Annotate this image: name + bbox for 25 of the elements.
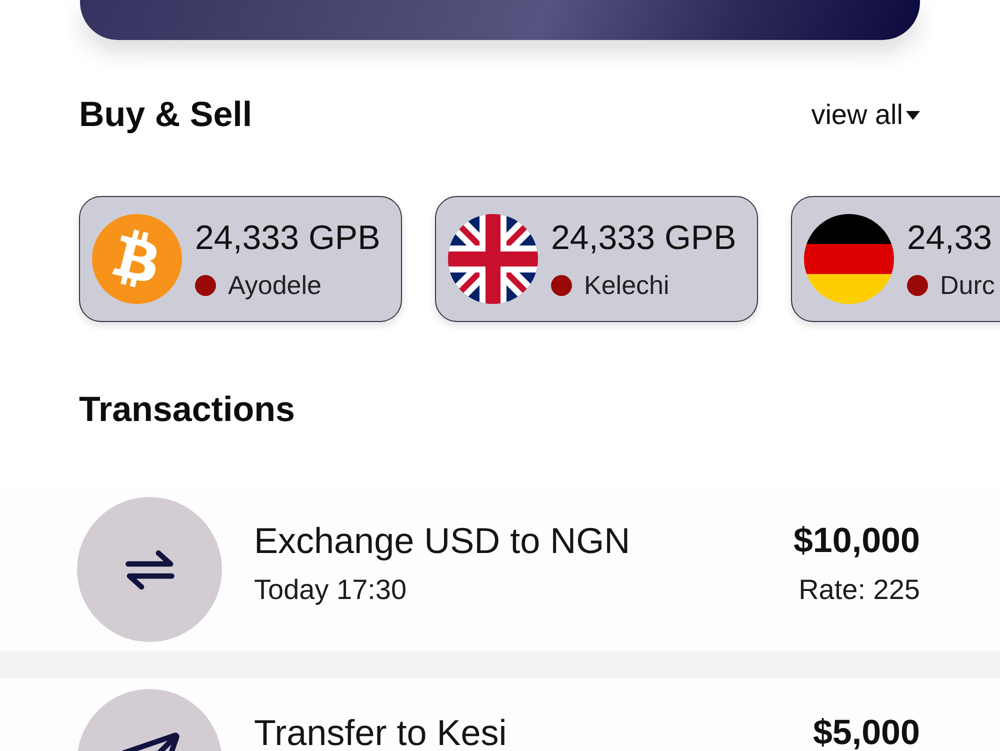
section-title: Transactions [79,390,295,430]
transaction-title: Exchange USD to NGN [254,523,632,559]
section-title: Buy & Sell [79,95,252,135]
transaction-amount: $10,000 [793,523,920,559]
transaction-rate: Rate: 225 [798,573,920,607]
status-dot-icon [195,274,216,296]
card-holder-name: Durc [940,270,995,300]
card-amount: 24,333 GPB [551,218,736,258]
card-holder-name: Kelechi [584,270,670,300]
transaction-amount: $5,000 [812,715,920,751]
wallet-card[interactable]: 24,333 GPB Kelechi [435,196,758,322]
caret-down-icon [906,110,920,120]
status-dot-icon [907,274,928,296]
wallet-card[interactable]: 24,33 Durc [791,196,1000,322]
card-holder-name: Ayodele [228,270,322,300]
transaction-row[interactable]: Exchange USD to NGN Today 17:30 $10,000 Rate: 225 [0,486,1000,651]
view-all-link[interactable]: view all [811,99,920,131]
transaction-title: Transfer to Kesi [254,715,508,751]
card-amount: 24,333 GPB [195,218,380,258]
german-flag-icon [804,214,894,304]
card-amount: 24,33 [907,218,994,258]
transaction-time: Today 17:30 [254,573,408,607]
transaction-row[interactable]: Transfer to Kesi $5,000 [0,678,1000,751]
status-dot-icon [551,274,572,296]
wallet-card[interactable]: 24,333 GPB Ayodele [79,196,402,322]
